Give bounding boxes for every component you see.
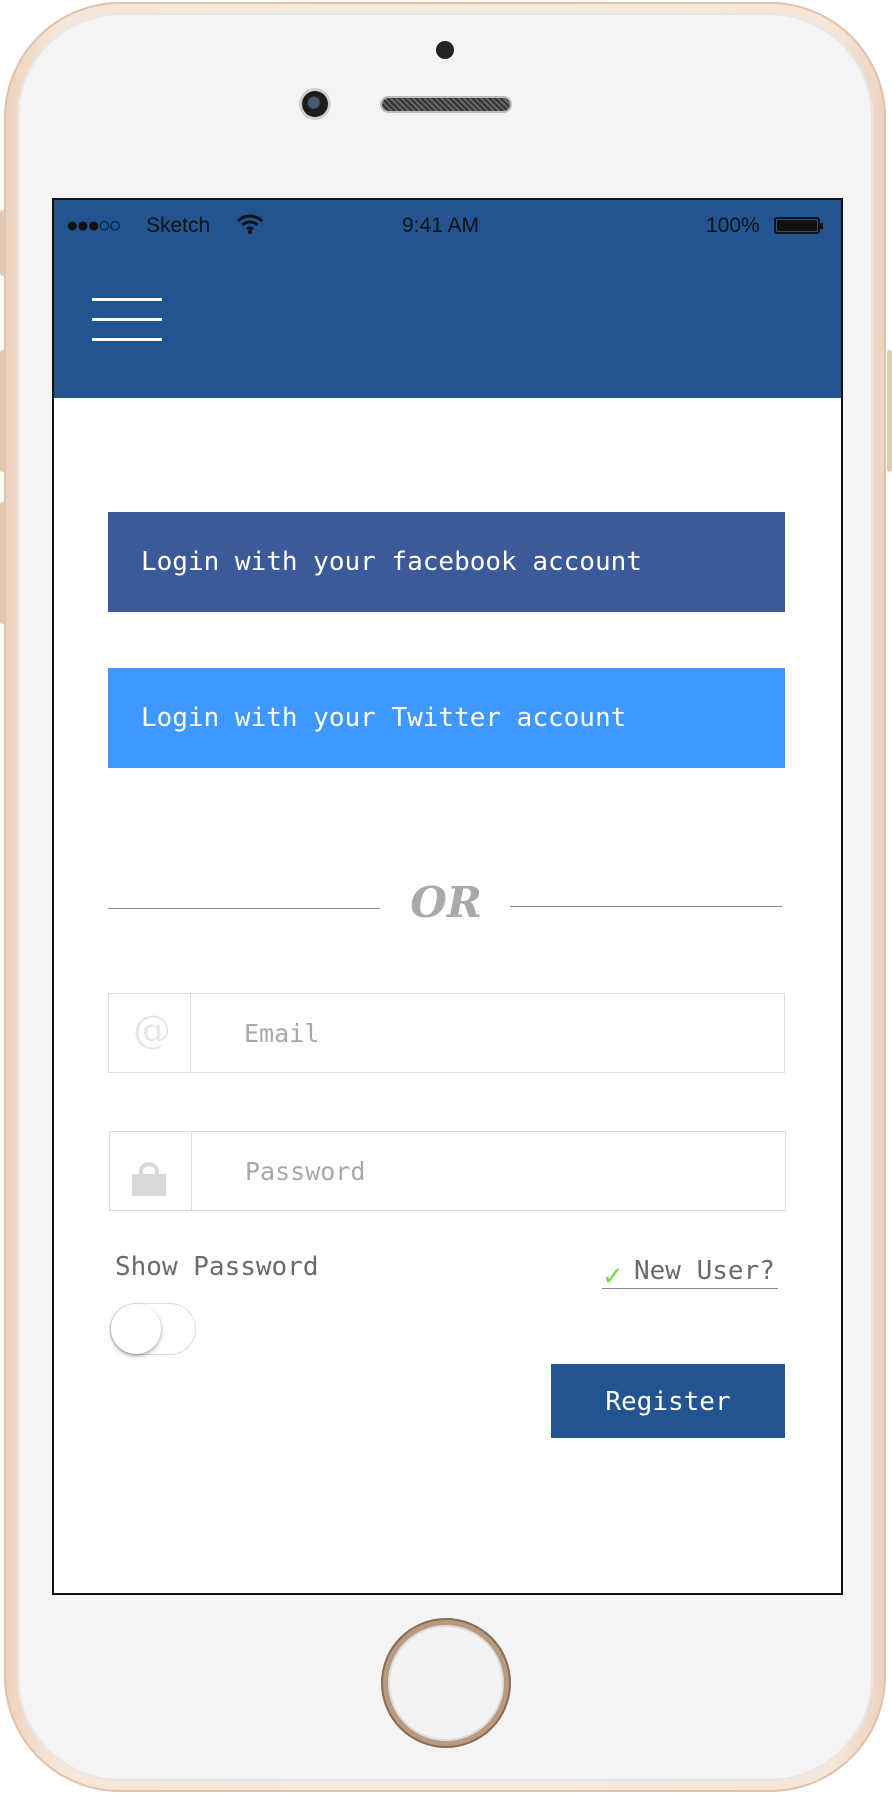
front-camera — [302, 91, 328, 117]
volume-down-button — [0, 502, 5, 624]
proximity-sensor — [436, 41, 454, 59]
new-user-label: New User? — [634, 1256, 775, 1286]
hamburger-menu-icon[interactable] — [92, 298, 162, 342]
power-button — [887, 350, 892, 472]
email-input[interactable] — [191, 994, 781, 1072]
register-button[interactable]: Register — [551, 1364, 785, 1438]
earpiece-speaker — [382, 98, 510, 111]
new-user-link[interactable]: ✓ New User? — [602, 1254, 778, 1292]
app-screen: ●●●○○ Sketch 9:41 AM 100% Login with you… — [52, 198, 843, 1595]
twitter-login-button[interactable]: Login with your Twitter account — [108, 668, 785, 768]
wifi-icon — [236, 212, 264, 242]
lock-icon — [132, 1162, 166, 1196]
or-divider-text: OR — [410, 878, 482, 927]
status-time: 9:41 AM — [402, 214, 480, 237]
toggle-knob — [111, 1304, 161, 1354]
facebook-login-button[interactable]: Login with your facebook account — [108, 512, 785, 612]
email-field: @ — [108, 993, 785, 1073]
carrier-name: Sketch — [146, 214, 211, 237]
status-bar: ●●●○○ Sketch 9:41 AM 100% — [54, 214, 841, 240]
email-icon-cell: @ — [109, 994, 191, 1072]
show-password-label: Show Password — [115, 1252, 319, 1282]
check-icon: ✓ — [602, 1262, 624, 1292]
volume-up-button — [0, 350, 5, 472]
password-field — [109, 1131, 786, 1211]
show-password-toggle[interactable] — [110, 1303, 196, 1355]
at-icon: @ — [133, 1008, 171, 1052]
home-button[interactable] — [383, 1620, 509, 1746]
divider-line-left — [108, 908, 380, 909]
divider-line-right — [510, 906, 782, 907]
password-icon-cell — [110, 1132, 192, 1210]
mute-switch — [0, 210, 5, 276]
password-input[interactable] — [192, 1132, 782, 1210]
header-bar: ●●●○○ Sketch 9:41 AM 100% — [54, 200, 841, 398]
signal-dots-icon: ●●●○○ — [66, 214, 121, 237]
battery-percentage: 100% — [706, 214, 760, 237]
battery-icon — [774, 217, 823, 234]
